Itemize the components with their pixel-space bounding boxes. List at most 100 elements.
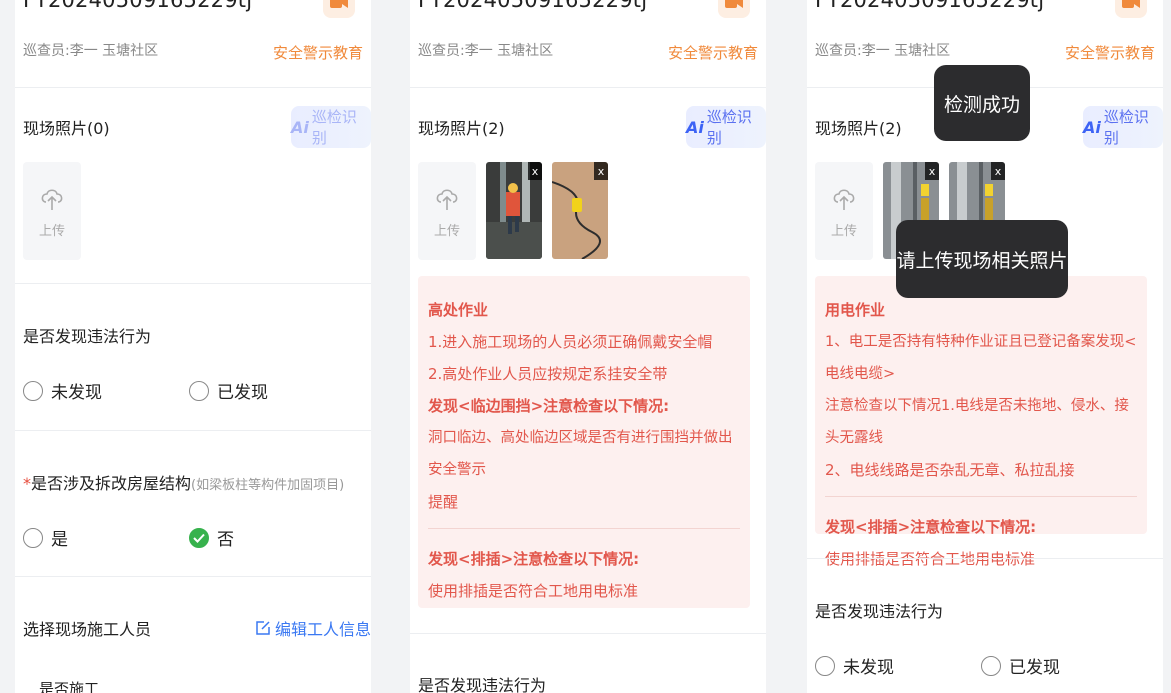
toast-detect-success: 检测成功 bbox=[934, 65, 1030, 141]
order-number: FT20240509165229tj bbox=[23, 0, 253, 12]
tip-line: 1、电工是否持有特种作业证且已登记备案发现<电线电缆> bbox=[825, 334, 1137, 382]
radio-no[interactable]: 否 bbox=[189, 525, 234, 550]
upload-button[interactable]: 上传 bbox=[418, 162, 476, 260]
inspection-panel-initial: FT20240509165229tj 巡查员:李一 玉塘社区 安全警示教育 现场… bbox=[15, 0, 371, 693]
ai-inspect-label: 巡检识别 bbox=[1103, 108, 1149, 147]
radio-circle bbox=[189, 380, 209, 401]
order-header: FT20240509165229tj 巡查员:李一 玉塘社区 安全警示教育 bbox=[410, 0, 766, 88]
divider bbox=[410, 633, 766, 634]
ai-inspect-button[interactable]: Ai 巡检识别 bbox=[1083, 106, 1163, 148]
photo-close-icon[interactable]: x bbox=[528, 162, 542, 180]
radio-label: 否 bbox=[217, 530, 234, 550]
structure-hint: (如梁板柱等构件加固项目) bbox=[191, 478, 345, 493]
check-icon bbox=[189, 527, 209, 548]
inspection-panel-detected: FT20240509165229tj 巡查员:李一 玉塘社区 安全警示教育 现场… bbox=[807, 0, 1163, 693]
photo-close-icon[interactable]: x bbox=[594, 162, 608, 180]
divider bbox=[807, 558, 1163, 559]
required-mark: * bbox=[23, 474, 31, 493]
tip-line: 使用排插是否符合工地用电标准 bbox=[825, 550, 1036, 568]
tip-line: 2、电线线路是否杂乱无章、私拉乱接 bbox=[825, 461, 1075, 479]
photo-close-icon[interactable]: x bbox=[991, 162, 1005, 180]
video-icon[interactable] bbox=[323, 0, 355, 18]
upload-label: 上传 bbox=[38, 223, 65, 239]
tip-line: 2.高处作业人员应按规定系挂安全带 bbox=[428, 365, 668, 383]
radio-label: 已发现 bbox=[217, 383, 268, 403]
ai-inspect-label: 巡检识别 bbox=[311, 108, 357, 147]
radio-found[interactable]: 已发现 bbox=[981, 653, 1060, 678]
inspection-panel-photos: FT20240509165229tj 巡查员:李一 玉塘社区 安全警示教育 现场… bbox=[410, 0, 766, 693]
safety-education-link[interactable]: 安全警示教育 bbox=[1065, 42, 1155, 63]
divider bbox=[15, 430, 371, 431]
tip-line: 使用排插是否符合工地用电标准 bbox=[428, 582, 639, 600]
video-icon[interactable] bbox=[718, 0, 750, 18]
safety-education-link[interactable]: 安全警示教育 bbox=[273, 42, 363, 63]
radio-not-found[interactable]: 未发现 bbox=[23, 378, 102, 403]
radio-circle bbox=[23, 380, 43, 401]
radio-circle bbox=[23, 527, 43, 548]
ai-inspect-label: 巡检识别 bbox=[706, 108, 752, 147]
radio-label: 未发现 bbox=[51, 383, 102, 403]
ai-inspect-button[interactable]: Ai 巡检识别 bbox=[291, 106, 371, 148]
photos-title: 现场照片(2) bbox=[815, 119, 902, 138]
radio-circle bbox=[981, 655, 1001, 676]
radio-label: 已发现 bbox=[1009, 658, 1060, 678]
radio-label: 是 bbox=[51, 530, 68, 550]
radio-found[interactable]: 已发现 bbox=[189, 378, 268, 403]
tip-line: 洞口临边、高处临边区域是否有进行围挡并做出安全警示 bbox=[428, 430, 733, 478]
photos-title: 现场照片(0) bbox=[23, 119, 110, 138]
safety-education-link[interactable]: 安全警示教育 bbox=[668, 42, 758, 63]
tip-line: 注意检查以下情况1.电线是否未拖地、侵水、接头无露线 bbox=[825, 398, 1129, 446]
tip-subtitle: 发现<排插>注意检查以下情况: bbox=[428, 550, 640, 568]
edit-icon bbox=[256, 621, 270, 635]
upload-label: 上传 bbox=[830, 223, 857, 239]
photo-thumbnail-worker[interactable]: x bbox=[486, 162, 542, 259]
photo-thumbnail-cable[interactable]: x bbox=[552, 162, 608, 259]
toast-upload-hint: 请上传现场相关照片 bbox=[896, 220, 1068, 298]
divider bbox=[15, 576, 371, 577]
safety-tips-height-work: 高处作业 1.进入施工现场的人员必须正确佩戴安全帽 2.高处作业人员应按规定系挂… bbox=[418, 276, 750, 608]
tip-line: 提醒 bbox=[428, 493, 459, 511]
cloud-upload-icon bbox=[41, 188, 63, 210]
radio-yes[interactable]: 是 bbox=[23, 525, 68, 550]
radio-label: 未发现 bbox=[843, 658, 894, 678]
inspector-info: 巡查员:李一 玉塘社区 bbox=[418, 43, 554, 59]
photo-close-icon[interactable]: x bbox=[925, 162, 939, 180]
inspector-info: 巡查员:李一 玉塘社区 bbox=[23, 43, 159, 59]
inspector-info: 巡查员:李一 玉塘社区 bbox=[815, 43, 951, 59]
edit-workers-link[interactable]: 编辑工人信息 bbox=[255, 616, 371, 640]
violation-title: 是否发现违法行为 bbox=[23, 327, 152, 346]
violation-title: 是否发现违法行为 bbox=[815, 602, 944, 621]
tip-subtitle: 发现<临边围挡>注意检查以下情况: bbox=[428, 397, 670, 415]
ai-icon: Ai bbox=[291, 117, 309, 137]
tip-divider bbox=[428, 528, 740, 529]
radio-not-found[interactable]: 未发现 bbox=[815, 653, 894, 678]
divider bbox=[15, 283, 371, 284]
cloud-upload-icon bbox=[436, 188, 458, 210]
edit-workers-label: 编辑工人信息 bbox=[274, 620, 371, 639]
tip-subtitle: 发现<排插>注意检查以下情况: bbox=[825, 518, 1037, 536]
violation-title: 是否发现违法行为 bbox=[418, 676, 547, 693]
upload-button[interactable]: 上传 bbox=[815, 162, 873, 260]
upload-button[interactable]: 上传 bbox=[23, 162, 81, 260]
tip-divider bbox=[825, 496, 1137, 497]
cloud-upload-icon bbox=[833, 188, 855, 210]
tip-line: 1.进入施工现场的人员必须正确佩戴安全帽 bbox=[428, 333, 713, 351]
structure-question: *是否涉及拆改房屋结构(如梁板柱等构件加固项目) bbox=[23, 470, 344, 494]
tip-title: 高处作业 bbox=[428, 301, 489, 319]
worker-row-partial: 是否施工 bbox=[39, 680, 100, 693]
video-icon[interactable] bbox=[1115, 0, 1147, 18]
workers-title: 选择现场施工人员 bbox=[23, 620, 152, 639]
photos-title: 现场照片(2) bbox=[418, 119, 505, 138]
upload-label: 上传 bbox=[433, 223, 460, 239]
tip-title: 用电作业 bbox=[825, 301, 886, 319]
structure-title: 是否涉及拆改房屋结构 bbox=[31, 474, 192, 493]
screenshot-stage: FT20240509165229tj 巡查员:李一 玉塘社区 安全警示教育 现场… bbox=[0, 0, 1171, 693]
ai-icon: Ai bbox=[1083, 117, 1101, 137]
ai-icon: Ai bbox=[686, 117, 704, 137]
radio-circle bbox=[815, 655, 835, 676]
ai-inspect-button[interactable]: Ai 巡检识别 bbox=[686, 106, 766, 148]
order-header: FT20240509165229tj 巡查员:李一 玉塘社区 安全警示教育 bbox=[15, 0, 371, 88]
safety-tips-power-work: 用电作业 1、电工是否持有特种作业证且已登记备案发现<电线电缆> 注意检查以下情… bbox=[815, 276, 1147, 568]
order-number: FT20240509165229tj bbox=[418, 0, 648, 12]
order-number: FT20240509165229tj bbox=[815, 0, 1045, 12]
